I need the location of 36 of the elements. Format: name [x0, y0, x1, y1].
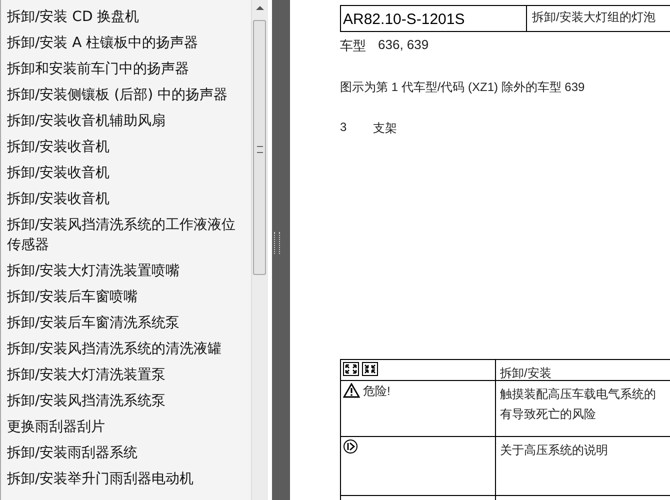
toc-item[interactable]: 拆卸/安装收音机	[7, 186, 237, 212]
scroll-up-arrow-icon[interactable]	[256, 6, 264, 10]
scrollbar[interactable]	[251, 0, 268, 500]
document-title: 拆卸/安装大灯组的灯泡	[531, 9, 656, 26]
toc-item[interactable]: 拆卸/安装 CD 换盘机	[7, 4, 237, 30]
collapse-icon	[362, 362, 378, 376]
toc-item[interactable]: 拆卸/安装举升门雨刮器电动机	[7, 466, 237, 492]
toc-item[interactable]: 拆卸/安装后车窗清洗系统泵	[7, 310, 237, 336]
toc-item[interactable]: 拆卸/安装大灯清洗装置泵	[7, 362, 237, 388]
note-text: 关于高压系统的说明	[500, 442, 609, 459]
toc-item[interactable]: 拆卸/安装雨刮器系统	[7, 440, 237, 466]
note-text: 拆卸/安装	[500, 365, 552, 382]
toc-item[interactable]: 拆卸/安装侧镶板 (后部) 中的扬声器	[7, 82, 237, 108]
toc-item[interactable]: 拆卸/安装后车窗喷嘴	[7, 284, 237, 310]
expand-icon	[343, 362, 359, 376]
toc-item[interactable]: 拆卸/安装风挡清洗系统的清洗液罐	[7, 336, 237, 362]
toc-item[interactable]: 拆卸/安装风挡清洗系统泵	[7, 388, 237, 414]
legend-text: 支架	[373, 120, 397, 137]
toc-item[interactable]: 拆卸/安装收音机辅助风扇	[7, 108, 237, 134]
legend-number: 3	[340, 120, 348, 136]
warning-icon	[343, 383, 360, 398]
toc-item[interactable]: 拆卸/安装 A 柱镶板中的扬声器	[7, 30, 237, 56]
info-icon	[343, 439, 358, 454]
toc-item[interactable]: 拆卸/安装风挡清洗系统的工作液液位传感器	[7, 212, 237, 258]
scrollbar-thumb[interactable]	[253, 20, 266, 275]
toc-item[interactable]: 拆卸/安装收音机	[7, 134, 237, 160]
danger-label: 危险!	[363, 383, 390, 399]
document-code: AR82.10-S-1201S	[341, 6, 527, 31]
toc-item[interactable]: 拆卸/安装收音机	[7, 160, 237, 186]
toc-item[interactable]: 拆卸和安装前车门中的扬声器	[7, 56, 237, 82]
toc-item[interactable]: 拆卸/安装大灯清洗装置喷嘴	[7, 258, 237, 284]
model-numbers: 636, 639	[378, 37, 429, 54]
toc-item[interactable]: 更换雨刮器刮片	[7, 414, 237, 440]
figure-caption: 图示为第 1 代车型/代码 (XZ1) 除外的车型 639	[340, 79, 586, 96]
note-text: 触摸装配高压车载电气系统的有导致死亡的风险	[500, 386, 657, 423]
model-label: 车型	[340, 37, 366, 55]
